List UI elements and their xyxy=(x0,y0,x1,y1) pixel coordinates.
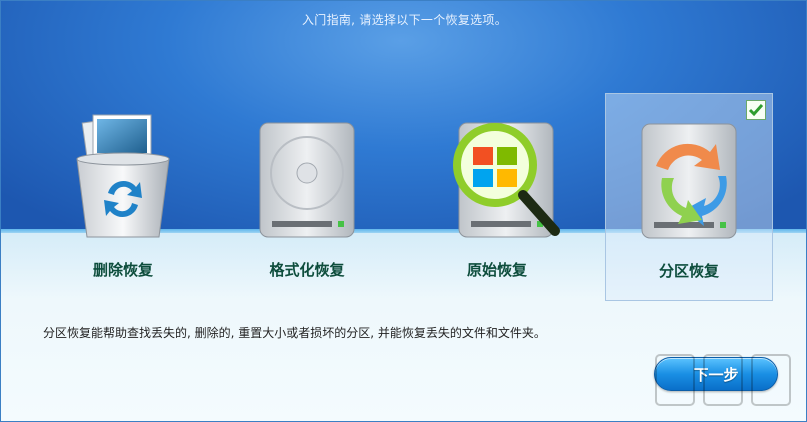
partition-drive-icon xyxy=(641,123,737,239)
magnifier-drive-icon xyxy=(453,122,560,238)
option-label: 原始恢复 xyxy=(466,261,527,279)
option-format-recovery[interactable]: 格式化恢复 xyxy=(223,93,391,301)
option-partition-recovery[interactable]: 分区恢复 xyxy=(605,93,773,301)
recycle-bin-icon xyxy=(76,114,170,238)
recovery-wizard: 入门指南, 请选择以下一个恢复选项。 删除恢复 格式化恢复 原始恢复 分区恢复 … xyxy=(0,0,807,422)
hard-drive-icon xyxy=(259,122,355,238)
option-label: 格式化恢复 xyxy=(269,261,345,279)
option-delete-recovery[interactable]: 删除恢复 xyxy=(39,93,207,301)
option-label: 分区恢复 xyxy=(658,262,719,280)
option-raw-recovery[interactable]: 原始恢复 xyxy=(413,93,581,301)
watermark-logo xyxy=(655,354,791,406)
option-label: 删除恢复 xyxy=(92,261,153,279)
wizard-instruction: 入门指南, 请选择以下一个恢复选项。 xyxy=(301,13,508,27)
option-description: 分区恢复能帮助查找丢失的, 删除的, 重置大小或者损坏的分区, 并能恢复丢失的文… xyxy=(43,326,546,340)
